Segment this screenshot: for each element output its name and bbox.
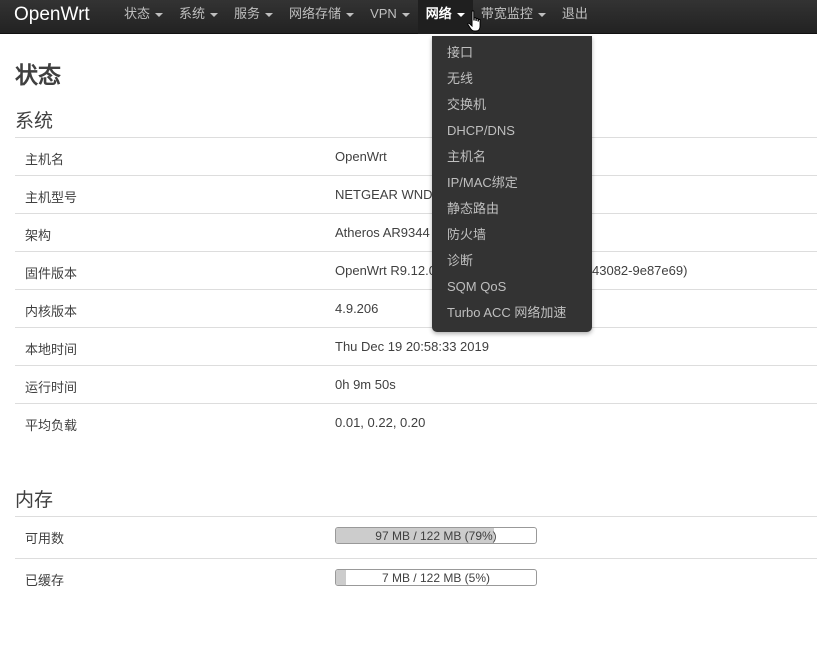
page-title: 状态 [15, 62, 61, 88]
system-table: 主机名 OpenWrt 主机型号 NETGEAR WND 架构 Atheros … [15, 137, 817, 441]
main-nav: 状态 系统 服务 网络存储 VPN 网络 带宽监控 退出 [116, 0, 596, 34]
table-row: 本地时间 Thu Dec 19 20:58:33 2019 [15, 327, 817, 365]
menu-item-ip-mac-binding[interactable]: IP/MAC绑定 [432, 170, 592, 196]
caret-down-icon [401, 13, 410, 17]
menu-item-turbo-acc[interactable]: Turbo ACC 网络加速 [432, 300, 592, 326]
caret-down-icon [210, 13, 219, 17]
nav-label: 网络存储 [289, 6, 342, 21]
row-value-suffix: 43082-9e87e69) [592, 263, 688, 278]
table-row: 可用数 97 MB / 122 MB (79%) [15, 516, 817, 558]
network-dropdown-menu: 接口 无线 交换机 DHCP/DNS 主机名 IP/MAC绑定 静态路由 防火墙… [432, 36, 592, 332]
hand-pointer-icon [467, 10, 481, 32]
nav-status[interactable]: 状态 [116, 0, 171, 34]
table-row: 主机型号 NETGEAR WND [15, 175, 817, 213]
menu-item-dhcp-dns[interactable]: DHCP/DNS [432, 118, 592, 144]
nav-services[interactable]: 服务 [226, 0, 281, 34]
row-label: 主机型号 [25, 190, 78, 205]
caret-down-icon [265, 13, 274, 17]
row-value: OpenWrt [335, 149, 387, 164]
table-row: 已缓存 7 MB / 122 MB (5%) [15, 558, 817, 600]
row-label: 内核版本 [25, 304, 78, 319]
table-row: 运行时间 0h 9m 50s [15, 365, 817, 403]
nav-network[interactable]: 网络 [417, 0, 473, 34]
caret-down-icon [537, 13, 546, 17]
brand-logo[interactable]: OpenWrt [14, 3, 90, 27]
nav-label: VPN [370, 6, 397, 21]
nav-nas[interactable]: 网络存储 [281, 0, 362, 34]
row-value: Atheros AR9344 [335, 225, 430, 240]
row-label: 可用数 [25, 531, 65, 546]
caret-down-icon [155, 13, 164, 17]
memory-available-bar: 97 MB / 122 MB (79%) [335, 527, 537, 544]
progress-text: 7 MB / 122 MB (5%) [381, 571, 491, 585]
nav-label: 退出 [561, 6, 588, 21]
menu-item-switch[interactable]: 交换机 [432, 92, 592, 118]
row-value: Thu Dec 19 20:58:33 2019 [335, 339, 489, 354]
caret-down-icon [456, 13, 465, 17]
top-navbar: OpenWrt 状态 系统 服务 网络存储 VPN 网络 带宽监控 退出 [0, 0, 817, 34]
row-label: 本地时间 [25, 342, 78, 357]
nav-bandwidth[interactable]: 带宽监控 [473, 0, 554, 34]
memory-cached-bar: 7 MB / 122 MB (5%) [335, 569, 537, 586]
menu-item-interfaces[interactable]: 接口 [432, 40, 592, 66]
nav-label: 服务 [234, 6, 261, 21]
row-label: 架构 [25, 228, 52, 243]
memory-section-title: 内存 [15, 490, 54, 511]
menu-item-wireless[interactable]: 无线 [432, 66, 592, 92]
menu-item-static-routes[interactable]: 静态路由 [432, 196, 592, 222]
row-value: 0.01, 0.22, 0.20 [335, 415, 426, 430]
row-label: 平均负载 [25, 418, 78, 433]
row-label: 主机名 [25, 152, 65, 167]
table-row: 主机名 OpenWrt [15, 137, 817, 175]
nav-system[interactable]: 系统 [171, 0, 226, 34]
memory-table: 可用数 97 MB / 122 MB (79%) 已缓存 7 MB / 122 … [15, 516, 817, 600]
row-value: 4.9.206 [335, 301, 379, 316]
table-row: 架构 Atheros AR9344 [15, 213, 817, 251]
nav-label: 带宽监控 [480, 6, 533, 21]
row-value: NETGEAR WND [335, 187, 433, 202]
menu-item-sqm-qos[interactable]: SQM QoS [432, 274, 592, 300]
nav-label: 状态 [124, 6, 151, 21]
row-value: 0h 9m 50s [335, 377, 396, 392]
nav-label: 网络 [425, 6, 452, 21]
table-row: 固件版本 OpenWrt R9.12.0 43082-9e87e69) [15, 251, 817, 289]
menu-item-firewall[interactable]: 防火墙 [432, 222, 592, 248]
caret-down-icon [346, 13, 355, 17]
table-row: 内核版本 4.9.206 [15, 289, 817, 327]
row-label: 运行时间 [25, 380, 78, 395]
system-section-title: 系统 [15, 111, 54, 132]
row-label: 已缓存 [25, 573, 65, 588]
progress-text: 97 MB / 122 MB (79%) [375, 529, 497, 543]
menu-item-hostnames[interactable]: 主机名 [432, 144, 592, 170]
row-value: OpenWrt R9.12.0 [335, 263, 436, 278]
nav-vpn[interactable]: VPN [362, 0, 418, 34]
nav-label: 系统 [179, 6, 206, 21]
menu-item-diagnostics[interactable]: 诊断 [432, 248, 592, 274]
row-label: 固件版本 [25, 266, 78, 281]
table-row: 平均负载 0.01, 0.22, 0.20 [15, 403, 817, 441]
nav-logout[interactable]: 退出 [554, 0, 596, 34]
